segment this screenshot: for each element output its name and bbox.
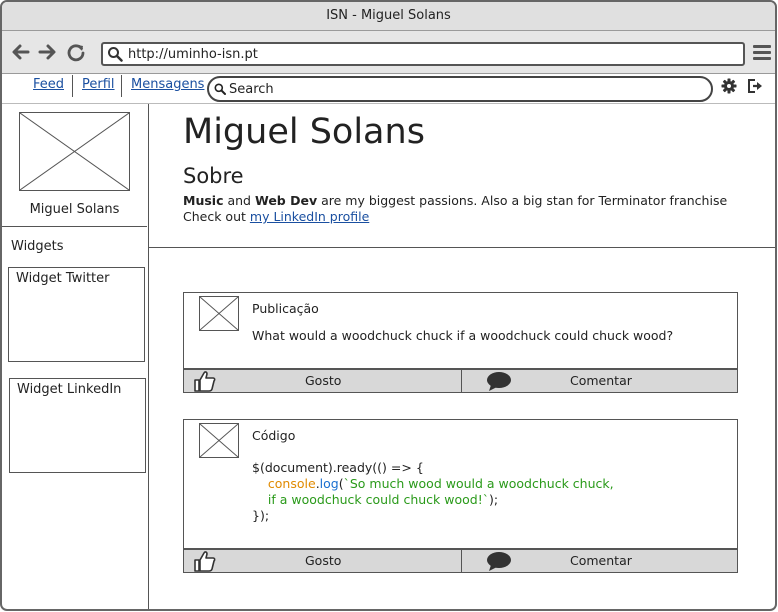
browser-navbar: http://uminho-isn.pt <box>2 31 775 74</box>
code-post-card: Código $(document).ready(() => { console… <box>183 419 738 549</box>
nav-separator <box>121 75 122 97</box>
window-title: ISN - Miguel Solans <box>2 2 775 31</box>
post-image-placeholder <box>199 296 239 331</box>
post-body: What would a woodchuck chuck if a woodch… <box>252 328 674 343</box>
bio-webdev: Web Dev <box>254 193 318 208</box>
code-line-1: $(document).ready(() => { <box>252 460 424 475</box>
bio-and: and <box>227 193 251 208</box>
url-text: http://uminho-isn.pt <box>128 47 258 62</box>
like-button[interactable]: Gosto <box>184 550 461 572</box>
comment-button[interactable]: Comentar <box>462 370 738 392</box>
post-image-placeholder <box>199 423 239 458</box>
comment-button[interactable]: Comentar <box>462 550 738 572</box>
nav-perfil-link[interactable]: Perfil <box>82 77 115 92</box>
gear-icon[interactable] <box>721 78 737 98</box>
widget-linkedin-label: Widget LinkedIn <box>17 382 122 397</box>
like-button[interactable]: Gosto <box>184 370 461 392</box>
search-icon <box>108 47 123 62</box>
widgets-heading: Widgets <box>11 239 64 254</box>
nav-mensagens-link[interactable]: Mensagens <box>131 77 204 92</box>
sidebar-divider <box>2 226 147 227</box>
url-bar[interactable]: http://uminho-isn.pt <box>101 42 745 66</box>
bio-music: Music <box>183 193 224 208</box>
profile-name: Miguel Solans <box>183 112 425 152</box>
back-arrow-icon[interactable] <box>11 42 31 66</box>
sidebar: Miguel Solans Widgets Widget Twitter Wid… <box>2 104 149 609</box>
browser-window: ISN - Miguel Solans http://uminho-isn.pt… <box>0 0 777 611</box>
post-action-bar: Gosto Comentar <box>183 369 738 393</box>
code-string-2: if a woodchuck could chuck wood!` <box>267 492 489 507</box>
code-line-4: }); <box>252 508 270 523</box>
code-object: console <box>267 476 316 491</box>
like-label: Gosto <box>305 373 342 388</box>
thumbs-up-icon <box>194 551 216 572</box>
like-label: Gosto <box>305 553 342 568</box>
search-icon <box>214 83 226 95</box>
search-placeholder: Search <box>229 82 274 97</box>
about-heading: Sobre <box>183 164 244 188</box>
forward-arrow-icon[interactable] <box>37 42 57 66</box>
post-title: Código <box>252 428 296 443</box>
post-card: Publicação What would a woodchuck chuck … <box>183 292 738 369</box>
sidebar-user-name: Miguel Solans <box>29 202 120 217</box>
post-action-bar: Gosto Comentar <box>183 549 738 573</box>
app-toolbar: Feed Perfil Mensagens Search <box>2 74 775 104</box>
speech-bubble-icon <box>487 552 511 571</box>
code-function: log <box>319 476 339 491</box>
hamburger-menu-icon[interactable] <box>753 45 771 61</box>
search-input[interactable]: Search <box>207 76 713 102</box>
logout-icon[interactable] <box>747 78 763 98</box>
main-divider <box>149 247 775 248</box>
widget-twitter-label: Widget Twitter <box>16 271 110 286</box>
nav-feed-link[interactable]: Feed <box>33 77 64 92</box>
widget-linkedin[interactable]: Widget LinkedIn <box>9 378 146 473</box>
nav-separator <box>72 75 73 97</box>
bio-text: Music and Web Dev are my biggest passion… <box>183 193 727 225</box>
comment-label: Comentar <box>570 553 632 568</box>
code-block: $(document).ready(() => { console.log(`S… <box>252 460 614 524</box>
avatar-placeholder <box>19 112 130 191</box>
post-title: Publicação <box>252 301 319 316</box>
reload-icon[interactable] <box>66 42 86 66</box>
widget-twitter[interactable]: Widget Twitter <box>8 267 145 362</box>
thumbs-up-icon <box>194 371 216 392</box>
code-line-3-end: ); <box>488 492 499 507</box>
speech-bubble-icon <box>487 372 511 391</box>
main-content: Miguel Solans Sobre Music and Web Dev ar… <box>149 104 775 609</box>
code-string-1: `So much wood would a woodchuck chuck, <box>343 476 614 491</box>
bio-rest: are my biggest passions. Also a big stan… <box>321 193 728 208</box>
bio-checkout: Check out <box>183 209 246 224</box>
linkedin-profile-link[interactable]: my LinkedIn profile <box>250 209 369 224</box>
comment-label: Comentar <box>570 373 632 388</box>
